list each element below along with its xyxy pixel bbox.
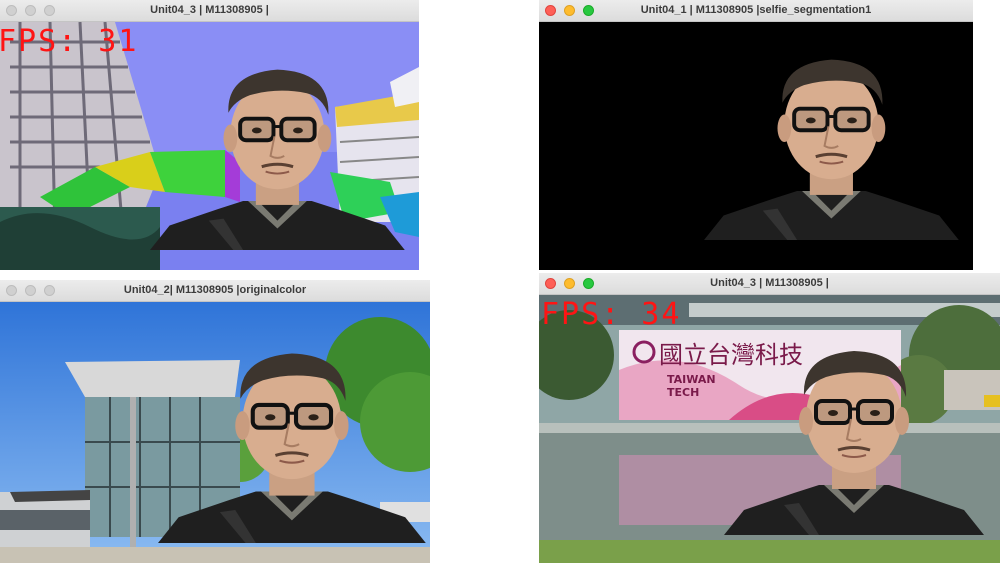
window-top-right[interactable]: Unit04_1 | M11308905 |selfie_segmentatio…: [539, 0, 973, 270]
banner-taiwan: TAIWAN: [667, 373, 716, 386]
video-frame: 國立台灣科技 TAIWAN TECH FPS: 34: [539, 295, 1000, 563]
window-title: Unit04_3 | M11308905 |: [150, 4, 269, 16]
window-titlebar[interactable]: Unit04_1 | M11308905 |selfie_segmentatio…: [539, 0, 973, 22]
camera-image: [0, 22, 419, 270]
window-top-left[interactable]: Unit04_3 | M11308905 | FPS: 31: [0, 0, 419, 270]
window-title: Unit04_1 | M11308905 |selfie_segmentatio…: [640, 4, 872, 16]
fps-counter: FPS: 31: [0, 24, 139, 59]
window-titlebar[interactable]: Unit04_3 | M11308905 |: [0, 0, 419, 22]
banner-title: 國立台灣科技: [659, 341, 803, 369]
window-title: Unit04_3 | M11308905 |: [710, 277, 829, 289]
fps-counter: FPS: 34: [541, 297, 682, 332]
window-titlebar[interactable]: Unit04_3 | M11308905 |: [539, 273, 1000, 295]
window-titlebar[interactable]: Unit04_2| M11308905 |originalcolor: [0, 280, 430, 302]
video-frame: [539, 22, 973, 270]
window-bottom-left[interactable]: Unit04_2| M11308905 |originalcolor: [0, 280, 430, 563]
banner-tech: TECH: [667, 386, 699, 399]
segmented-camera-image: [539, 22, 973, 270]
video-frame: FPS: 31: [0, 22, 419, 270]
camera-image: [0, 302, 430, 563]
video-frame: [0, 302, 430, 563]
window-bottom-right[interactable]: Unit04_3 | M11308905 | 國立台灣科技 TAIWAN TEC…: [539, 273, 1000, 563]
window-title: Unit04_2| M11308905 |originalcolor: [123, 284, 307, 296]
camera-image: 國立台灣科技 TAIWAN TECH: [539, 295, 1000, 563]
